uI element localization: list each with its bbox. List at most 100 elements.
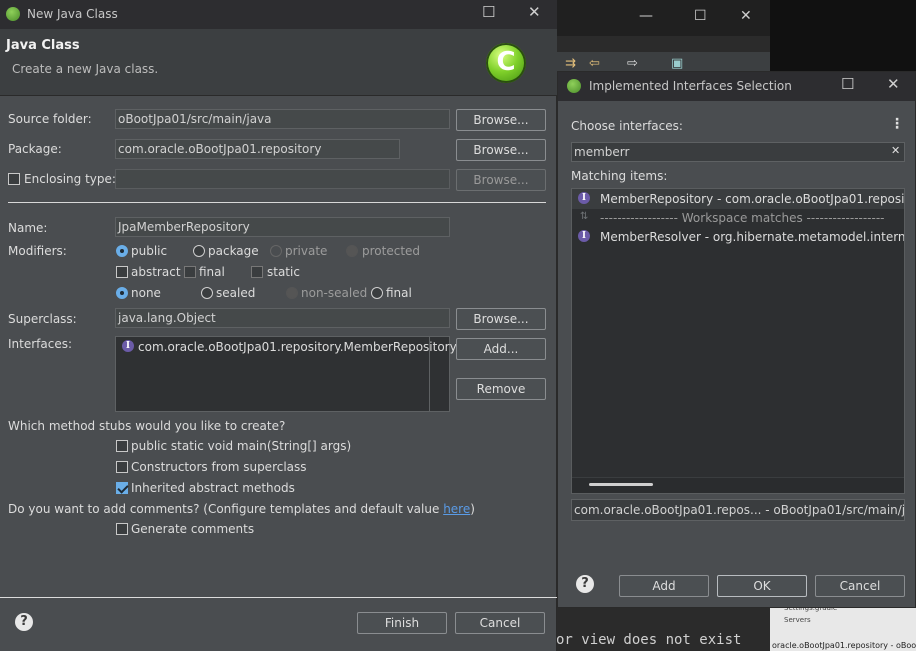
close-icon[interactable]: ✕	[528, 5, 541, 20]
modifier-static-checkbox	[251, 266, 263, 278]
modifier-protected-radio	[346, 245, 358, 257]
scrollbar-thumb[interactable]	[589, 483, 653, 486]
background-titlebar: — ☐ ✕	[557, 0, 771, 36]
stub-main-label: public static void main(String[] args)	[131, 439, 352, 453]
sealing-sealed-radio[interactable]	[201, 287, 213, 299]
class-name-input[interactable]: JpaMemberRepository	[115, 217, 450, 237]
enclosing-type-checkbox[interactable]	[8, 173, 20, 185]
modifier-abstract-label: abstract	[131, 265, 181, 279]
matching-items-list[interactable]: I MemberRepository - com.oracle.oBootJpa…	[571, 188, 905, 494]
horizontal-scrollbar[interactable]	[572, 477, 904, 493]
maximize-icon[interactable]: ☐	[482, 5, 495, 20]
generate-comments-label: Generate comments	[131, 522, 255, 536]
sealing-non-sealed-radio	[286, 287, 298, 299]
source-folder-label: Source folder:	[8, 112, 92, 126]
wizard-header: Java Class Create a new Java class. C	[0, 29, 557, 96]
cancel-button[interactable]: Cancel	[455, 612, 545, 634]
name-label: Name:	[8, 221, 48, 235]
ok-button[interactable]: OK	[717, 575, 807, 597]
back-arrow-icon[interactable]: ⇦	[589, 56, 600, 71]
enclosing-type-browse-button: Browse...	[456, 169, 546, 191]
maximize-icon[interactable]: ☐	[694, 8, 707, 24]
modifiers-label: Modifiers:	[8, 244, 67, 258]
servers-label: Servers	[784, 616, 811, 624]
dialog-titlebar: New Java Class ☐ ✕	[0, 0, 557, 29]
interfaces-add-button[interactable]: Add...	[456, 338, 546, 360]
modifier-package-label: package	[208, 244, 259, 258]
stub-inherited-checkbox[interactable]	[116, 482, 128, 494]
selection-dialog-title: Implemented Interfaces Selection	[589, 79, 792, 93]
next-annotation-icon[interactable]: ⇉	[565, 56, 576, 71]
toolbar-view-icon[interactable]: ▣	[671, 56, 683, 71]
source-folder-browse-button[interactable]: Browse...	[456, 109, 546, 131]
forward-arrow-icon[interactable]: ⇨	[627, 56, 638, 71]
configure-templates-link[interactable]: here	[443, 502, 470, 516]
interfaces-remove-button[interactable]: Remove	[456, 378, 546, 400]
superclass-browse-button[interactable]: Browse...	[456, 308, 546, 330]
interfaces-list[interactable]: I com.oracle.oBootJpa01.repository.Membe…	[115, 336, 457, 412]
interfaces-list-item[interactable]: com.oracle.oBootJpa01.repository.MemberR…	[138, 340, 457, 354]
method-stubs-question: Which method stubs would you like to cre…	[8, 419, 286, 433]
package-input[interactable]: com.oracle.oBootJpa01.repository	[115, 139, 400, 159]
modifier-private-label: private	[285, 244, 328, 258]
interface-filter-input[interactable]: memberr	[571, 142, 905, 162]
sealing-final-radio[interactable]	[371, 287, 383, 299]
package-browse-button[interactable]: Browse...	[456, 139, 546, 161]
new-java-class-dialog: New Java Class ☐ ✕ Java Class Create a n…	[0, 0, 557, 651]
modifier-public-radio[interactable]	[116, 245, 128, 257]
separator-arrows-icon: ⇅	[580, 211, 589, 222]
dialog-title: New Java Class	[27, 7, 118, 21]
help-icon[interactable]: ?	[15, 613, 33, 631]
comments-question: Do you want to add comments? (Configure …	[8, 502, 475, 516]
modifier-protected-label: protected	[362, 244, 421, 258]
enclosing-type-label: Enclosing type:	[24, 172, 116, 186]
finish-button[interactable]: Finish	[357, 612, 447, 634]
wizard-subtitle: Create a new Java class.	[12, 62, 159, 76]
status-path-label: oracle.oBootJpa01.repository - oBootJpa0…	[772, 641, 916, 650]
modifier-static-label: static	[267, 265, 300, 279]
modifier-abstract-checkbox[interactable]	[116, 266, 128, 278]
close-icon[interactable]: ✕	[887, 77, 900, 92]
sealing-none-radio[interactable]	[116, 287, 128, 299]
wizard-title: Java Class	[6, 38, 80, 53]
add-button[interactable]: Add	[619, 575, 709, 597]
interfaces-label: Interfaces:	[8, 337, 73, 351]
minimize-icon[interactable]: —	[639, 8, 653, 24]
help-icon[interactable]: ?	[576, 575, 594, 593]
modifier-public-label: public	[131, 244, 168, 258]
java-class-logo-icon: C	[486, 43, 526, 83]
footer-separator	[0, 597, 557, 598]
selection-titlebar: Implemented Interfaces Selection ☐ ✕	[558, 72, 915, 101]
superclass-label: Superclass:	[8, 312, 77, 326]
modifier-final-checkbox[interactable]	[184, 266, 196, 278]
cancel-button[interactable]: Cancel	[815, 575, 905, 597]
eclipse-leaf-icon	[6, 7, 20, 21]
sealing-none-label: none	[131, 286, 161, 300]
stub-main-checkbox[interactable]	[116, 440, 128, 452]
modifier-package-radio[interactable]	[193, 245, 205, 257]
interface-icon: I	[578, 230, 590, 242]
generate-comments-checkbox[interactable]	[116, 523, 128, 535]
list-item[interactable]: I MemberRepository - com.oracle.oBootJpa…	[572, 189, 904, 209]
stub-constructors-checkbox[interactable]	[116, 461, 128, 473]
list-item[interactable]: I MemberResolver - org.hibernate.metamod…	[572, 227, 904, 247]
interfaces-selection-dialog: Implemented Interfaces Selection ☐ ✕ Cho…	[557, 71, 916, 608]
view-menu-icon[interactable]: ⋮	[890, 116, 904, 132]
sealing-non-sealed-label: non-sealed	[301, 286, 368, 300]
modifier-private-radio	[270, 245, 282, 257]
interface-icon: I	[578, 192, 590, 204]
source-folder-input[interactable]: oBootJpa01/src/main/java	[115, 109, 450, 129]
choose-interfaces-label: Choose interfaces:	[571, 119, 683, 133]
stub-inherited-label: Inherited abstract methods	[131, 481, 295, 495]
clear-filter-icon[interactable]: ✕	[891, 144, 900, 157]
workspace-matches-separator: ⇅ ------------------ Workspace matches -…	[580, 211, 885, 225]
superclass-input[interactable]: java.lang.Object	[115, 308, 450, 328]
modifier-final-label: final	[199, 265, 225, 279]
package-label: Package:	[8, 142, 62, 156]
close-icon[interactable]: ✕	[740, 8, 752, 24]
selection-detail-field: com.oracle.oBootJpa01.repos... - oBootJp…	[571, 499, 905, 521]
separator	[8, 202, 546, 203]
maximize-icon[interactable]: ☐	[841, 77, 854, 92]
interfaces-list-scrollbar[interactable]	[429, 337, 430, 411]
eclipse-leaf-icon	[567, 79, 581, 93]
